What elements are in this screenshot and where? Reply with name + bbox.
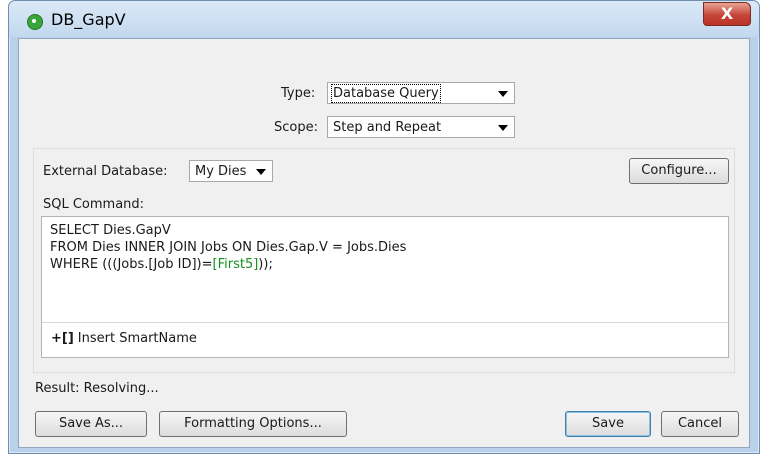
sql-text: SELECT Dies.GapV FROM Dies INNER JOIN Jo… xyxy=(50,222,406,273)
insert-smartname-icon: +[] xyxy=(51,331,74,346)
chevron-down-icon xyxy=(498,91,508,97)
scope-value: Step and Repeat xyxy=(333,120,442,135)
formatting-options-button[interactable]: Formatting Options... xyxy=(159,411,347,437)
smartname-token: [First5] xyxy=(212,257,259,272)
chevron-down-icon xyxy=(256,169,266,175)
sql-line: SELECT Dies.GapV xyxy=(50,223,171,238)
configure-button[interactable]: Configure... xyxy=(629,158,729,184)
insert-smartname-label: Insert SmartName xyxy=(77,331,197,346)
sql-line-suffix: )); xyxy=(258,257,273,272)
sql-command-label: SQL Command: xyxy=(43,197,145,212)
external-database-value: My Dies xyxy=(195,164,247,179)
window-title: DB_GapV xyxy=(51,10,126,29)
sql-line: WHERE (((Jobs.[Job ID])=[First5])); xyxy=(50,256,406,273)
save-as-button[interactable]: Save As... xyxy=(35,411,147,437)
divider xyxy=(42,322,728,323)
sql-line: FROM Dies INNER JOIN Jobs ON Dies.Gap.V … xyxy=(50,240,407,255)
close-button[interactable]: X xyxy=(703,2,751,26)
close-icon: X xyxy=(720,4,734,23)
save-button[interactable]: Save xyxy=(565,411,651,437)
result-status: Result: Resolving... xyxy=(35,381,159,396)
dialog-body: Type: Database Query Scope: Step and Rep… xyxy=(18,38,750,448)
sql-line-prefix: WHERE (((Jobs.[Job ID])= xyxy=(50,257,213,272)
type-value: Database Query xyxy=(331,84,441,103)
scope-label: Scope: xyxy=(274,120,318,135)
sql-command-editor[interactable]: SELECT Dies.GapV FROM Dies INNER JOIN Jo… xyxy=(41,216,729,358)
scope-select[interactable]: Step and Repeat xyxy=(327,116,515,138)
type-select[interactable]: Database Query xyxy=(327,82,515,104)
dialog-window: DB_GapV X Type: Database Query Scope: St… xyxy=(8,0,760,454)
chevron-down-icon xyxy=(498,125,508,131)
external-database-select[interactable]: My Dies xyxy=(189,160,273,182)
app-icon xyxy=(27,14,43,30)
type-label: Type: xyxy=(281,86,316,101)
title-bar: DB_GapV X xyxy=(9,1,759,37)
cancel-button[interactable]: Cancel xyxy=(661,411,739,437)
insert-smartname-button[interactable]: +[] Insert SmartName xyxy=(51,331,197,346)
external-database-label: External Database: xyxy=(43,164,168,179)
